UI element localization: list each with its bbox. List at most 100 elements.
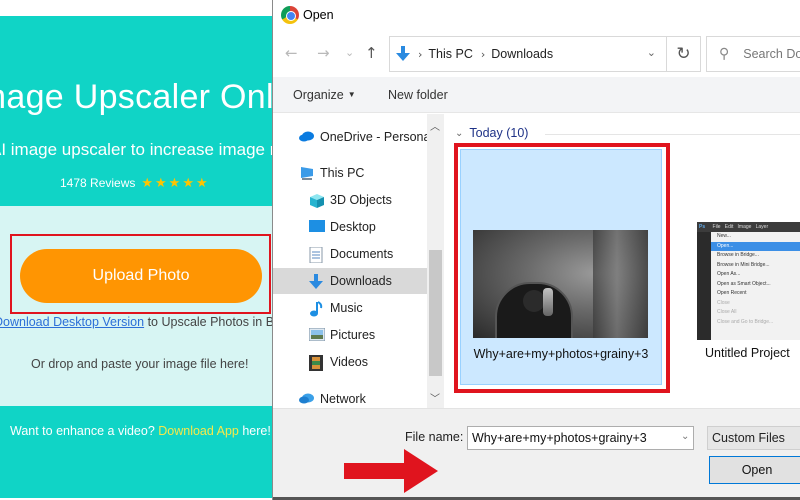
ps-menu-item: Open... [711,241,800,251]
site-top-strip [0,0,272,16]
file-name-input[interactable]: Why+are+my+photos+grainy+3 [467,426,694,450]
file-thumbnail-photoshop[interactable]: Ps File Edit Image Layer New... Open... … [697,222,800,340]
organize-label: Organize [293,88,344,102]
downloads-icon [309,274,325,289]
3d-objects-icon [309,193,325,208]
refresh-button[interactable]: ↻ [667,36,701,72]
open-button[interactable]: Open [709,456,800,484]
new-folder-button[interactable]: New folder [388,88,448,102]
file-thumbnail-grainy-photo[interactable] [473,230,648,338]
download-app-link[interactable]: Download App [158,424,239,438]
tree-item-downloads[interactable]: Downloads [273,268,427,294]
back-arrow-icon[interactable]: ← [285,44,298,62]
desktop-version-line: Download Desktop Version to Upscale Phot… [0,315,272,329]
recent-locations-chevron-icon[interactable]: ⌄ [345,46,354,59]
navigation-pane: OneDrive - Personal This PC 3D Objects D… [273,114,443,408]
tree-label: 3D Objects [330,193,392,207]
open-file-dialog: Open ← → ⌄ ↑ › This PC › Downloads ⌄ ↻ ⚲… [272,0,800,500]
group-label: Today (10) [469,126,529,140]
tree-label: Videos [330,355,368,369]
tree-item-this-pc[interactable]: This PC [273,160,427,186]
search-placeholder: Search Downloads [743,47,800,61]
search-box[interactable]: ⚲ Search Downloads [706,36,800,72]
tree-item-videos[interactable]: Videos [273,349,427,375]
ps-menu-item: Close and Go to Bridge... [717,318,774,325]
website-background: Image Upscaler Online AI image upscaler … [0,0,272,500]
scroll-down-icon[interactable]: ﹀ [430,390,440,405]
breadcrumb-downloads[interactable]: Downloads [491,47,553,61]
dialog-title-bar[interactable]: Open [273,0,800,32]
onedrive-icon [299,130,315,144]
video-prefix: Want to enhance a video? [10,424,159,438]
tree-item-music[interactable]: Music [273,295,427,321]
video-suffix: here! [238,424,271,438]
tree-item-3d-objects[interactable]: 3D Objects [273,187,427,213]
scrollbar-thumb[interactable] [429,250,442,376]
tree-label: Downloads [330,274,392,288]
hero-subtitle: AI image upscaler to increase image reso… [0,140,272,159]
caret-down-icon: ▼ [347,90,356,99]
address-bar[interactable]: › This PC › Downloads ⌄ [389,36,667,72]
ps-menubar: Ps File Edit Image Layer [697,222,800,232]
ps-menu-item: Open Recent [717,290,747,296]
up-arrow-icon[interactable]: ↑ [365,44,378,62]
reviews-count: 1478 Reviews [60,176,136,190]
network-icon [299,392,315,406]
upload-photo-button[interactable]: Upload Photo [20,249,262,303]
music-icon [309,301,325,317]
desktop-suffix: to Upscale Photos in Batch [147,315,272,329]
documents-icon [309,246,325,264]
forward-arrow-icon[interactable]: → [317,44,330,62]
ps-menu-layer: Layer [755,224,769,230]
videos-icon [309,355,325,371]
tree-label: Pictures [330,328,376,342]
scroll-up-icon[interactable]: ︿ [430,118,440,133]
ps-menu-item: Open as Smart Object... [717,280,771,287]
command-bar: Organize ▼ New folder [273,77,800,113]
navigation-scrollbar[interactable]: ︿ ﹀ [427,114,444,408]
group-divider [545,134,800,135]
file-name-label[interactable]: Untitled Project [705,346,790,360]
organize-menu[interactable]: Organize ▼ [293,88,356,102]
video-promo-text: Want to enhance a video? Download App he… [10,424,271,438]
pictures-icon [308,327,326,342]
ps-menu-file: File [712,224,721,230]
tree-item-documents[interactable]: Documents [273,241,427,267]
file-type-select[interactable]: Custom Files [707,426,800,450]
computer-icon [299,166,315,180]
refresh-icon: ↻ [676,44,691,64]
annotation-arrow-icon [344,449,438,493]
tree-label: Network [320,392,366,406]
ps-menu-image: Image [737,224,752,230]
downloads-icon [396,46,410,62]
ps-menu-item: Close [717,299,730,306]
chrome-icon [281,6,299,24]
hero-title: Image Upscaler Online [0,78,272,116]
ps-menu-item: Browse in Bridge... [717,252,759,258]
ps-menu-item: Browse in Mini Bridge... [717,261,770,268]
video-promo-section [0,406,272,498]
rating-stars-icon: ★★★★★ [141,175,210,190]
tree-item-desktop[interactable]: Desktop [273,214,427,240]
tree-label: This PC [320,166,365,180]
file-name-field-label: File name: [405,430,464,444]
tree-label: Desktop [330,220,376,234]
file-list-area: ⌄ Today (10) Why+are+my+photos+grainy+3 … [445,114,800,408]
file-name-label[interactable]: Why+are+my+photos+grainy+3 [460,346,662,363]
ps-menu-item: Close All [717,309,737,315]
breadcrumb-this-pc[interactable]: This PC [428,47,472,61]
address-dropdown-icon[interactable]: ⌄ [647,46,656,59]
drop-paste-hint: Or drop and paste your image file here! [31,357,249,371]
thumbnail-cup-inner [523,290,545,312]
download-desktop-link[interactable]: Download Desktop Version [0,315,144,329]
dialog-title: Open [303,8,334,22]
reviews-row: 1478 Reviews ★★★★★ [60,175,210,191]
tree-item-pictures[interactable]: Pictures [273,322,427,348]
thumbnail-shadow [593,230,648,338]
tree-label: OneDrive - Personal [320,130,427,144]
group-header-today[interactable]: ⌄ Today (10) [455,126,528,140]
desktop-icon [309,220,325,234]
search-icon: ⚲ [719,46,730,62]
file-name-dropdown-icon[interactable]: ⌄ [681,431,689,442]
tree-item-onedrive[interactable]: OneDrive - Personal [273,124,427,150]
